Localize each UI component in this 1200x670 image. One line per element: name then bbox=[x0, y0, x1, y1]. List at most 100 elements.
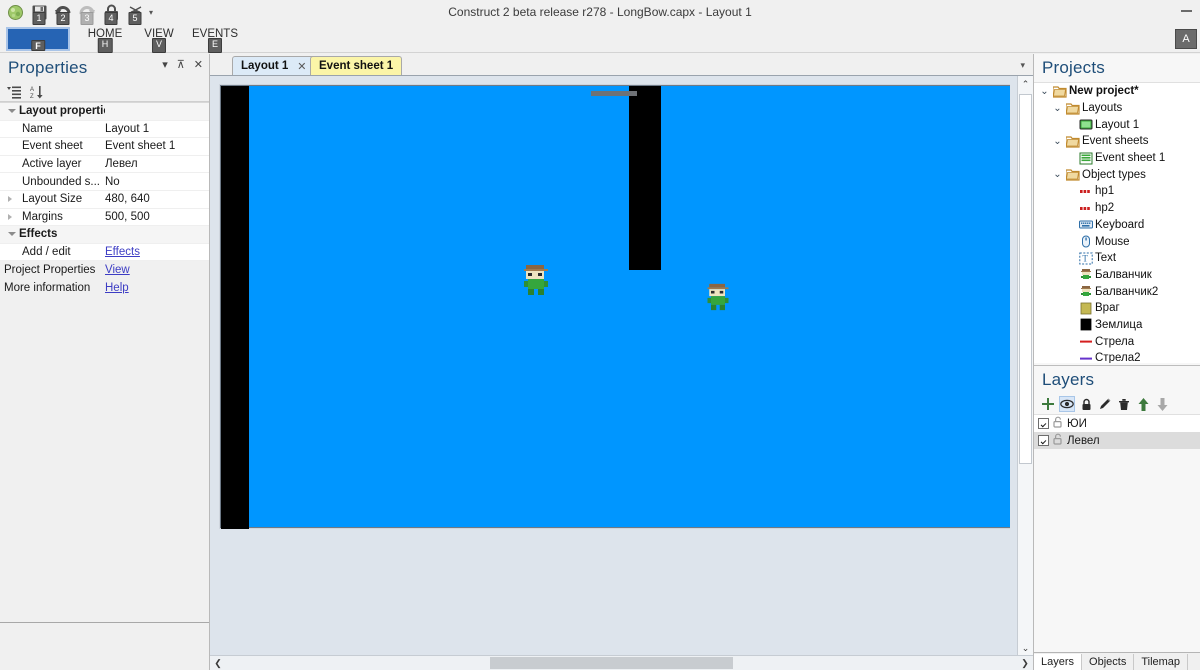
tree-item[interactable]: T Text bbox=[1034, 250, 1200, 267]
tree-item[interactable]: Стрела2 bbox=[1034, 350, 1200, 363]
move-up-icon[interactable] bbox=[1135, 396, 1151, 412]
tree-item[interactable]: hp1 bbox=[1034, 183, 1200, 200]
chevron-down-icon[interactable] bbox=[8, 109, 16, 114]
property-row[interactable]: Unbounded s... No bbox=[0, 173, 209, 191]
ribbon-keytip-button[interactable]: A bbox=[1175, 29, 1197, 49]
scroll-right-arrow-icon[interactable]: ❯ bbox=[1017, 656, 1033, 670]
lock-icon[interactable] bbox=[1078, 396, 1094, 412]
project-tree[interactable]: ⌄ New project* ⌄ Layouts Layout 1 ⌄ Event shee… bbox=[1034, 82, 1200, 363]
tabstrip-overflow-chevron-icon[interactable]: ▾ bbox=[1020, 60, 1025, 71]
tree-item[interactable]: Layout 1 bbox=[1034, 116, 1200, 133]
property-footer-row[interactable]: Project Properties View bbox=[0, 261, 209, 279]
layout-canvas[interactable] bbox=[214, 76, 1010, 656]
layer-lock-icon[interactable] bbox=[1053, 416, 1063, 431]
canvas-horizontal-scrollbar[interactable]: ❮ ❯ bbox=[210, 655, 1033, 670]
property-footer-link[interactable]: View bbox=[105, 264, 209, 276]
sort-alpha-icon[interactable]: A Z bbox=[30, 85, 45, 100]
object-character-2[interactable] bbox=[704, 282, 732, 312]
chevron-down-icon[interactable]: ⌄ bbox=[1038, 86, 1051, 97]
chevron-down-icon[interactable]: ⌄ bbox=[1051, 136, 1064, 147]
move-down-icon[interactable] bbox=[1154, 396, 1170, 412]
panel-pin-icon[interactable]: ⊼ bbox=[177, 60, 185, 71]
layer-visibility-checkbox[interactable] bbox=[1038, 418, 1049, 429]
property-row[interactable]: Margins 500, 500 bbox=[0, 209, 209, 227]
chevron-right-icon[interactable] bbox=[8, 213, 12, 220]
property-value[interactable]: Effects bbox=[105, 246, 209, 258]
panel-menu-chevron-icon[interactable]: ▾ bbox=[162, 60, 168, 71]
character-icon bbox=[1077, 268, 1094, 281]
tree-item[interactable]: Балванчик2 bbox=[1034, 283, 1200, 300]
categorize-icon[interactable] bbox=[7, 85, 22, 99]
dock-tab-objects[interactable]: Objects bbox=[1082, 654, 1135, 670]
property-value[interactable]: 500, 500 bbox=[105, 211, 209, 223]
tree-item[interactable]: hp2 bbox=[1034, 200, 1200, 217]
vertical-scroll-thumb[interactable] bbox=[1019, 94, 1032, 464]
chevron-down-icon[interactable] bbox=[8, 232, 16, 237]
ribbon-tab-view[interactable]: VIEW V bbox=[134, 27, 184, 53]
tree-item[interactable]: ⌄ Event sheets bbox=[1034, 133, 1200, 150]
panel-close-icon[interactable]: ✕ bbox=[194, 60, 203, 71]
tree-item[interactable]: ⌄ Layouts bbox=[1034, 100, 1200, 117]
canvas-vertical-scrollbar[interactable]: ⌃ ⌄ bbox=[1017, 76, 1033, 656]
property-row[interactable]: Name Layout 1 bbox=[0, 121, 209, 139]
layer-visibility-checkbox[interactable] bbox=[1038, 435, 1049, 446]
layer-lock-icon[interactable] bbox=[1053, 433, 1063, 448]
add-layer-icon[interactable] bbox=[1040, 396, 1056, 412]
property-row[interactable]: Effects bbox=[0, 226, 209, 244]
chevron-down-icon[interactable]: ⌄ bbox=[1051, 169, 1064, 180]
scroll-up-arrow-icon[interactable]: ⌃ bbox=[1018, 76, 1033, 92]
property-row[interactable]: Event sheet Event sheet 1 bbox=[0, 138, 209, 156]
dock-tab-layers[interactable]: Layers bbox=[1034, 654, 1083, 670]
property-value[interactable]: Левел bbox=[105, 158, 209, 170]
object-wall-left[interactable] bbox=[221, 86, 249, 529]
ribbon-tab-events[interactable]: EVENTS E bbox=[186, 27, 244, 53]
dock-tab-tilemap[interactable]: Tilemap bbox=[1134, 654, 1189, 670]
object-wall-middle[interactable] bbox=[629, 86, 661, 270]
tree-item[interactable]: Mouse bbox=[1034, 233, 1200, 250]
tree-item[interactable]: Keyboard bbox=[1034, 217, 1200, 234]
property-key-label: Margins bbox=[22, 210, 63, 223]
property-row[interactable]: Layout Size 480, 640 bbox=[0, 191, 209, 209]
tree-item[interactable]: Стрела bbox=[1034, 333, 1200, 350]
chevron-down-icon[interactable]: ⌄ bbox=[1051, 103, 1064, 114]
property-key-label: Layout Size bbox=[22, 193, 83, 206]
property-value[interactable]: Layout 1 bbox=[105, 123, 209, 135]
object-bar-top[interactable] bbox=[591, 91, 637, 96]
property-row[interactable]: Active layer Левел bbox=[0, 156, 209, 174]
tree-item[interactable]: ⌄ Object types bbox=[1034, 166, 1200, 183]
layers-list[interactable]: ЮИ Левел bbox=[1034, 414, 1200, 449]
chevron-right-icon[interactable] bbox=[8, 196, 12, 203]
svg-text:A: A bbox=[30, 87, 34, 93]
layout-bounds[interactable] bbox=[220, 85, 1010, 529]
layer-row[interactable]: Левел bbox=[1034, 432, 1200, 449]
property-footer-link[interactable]: Help bbox=[105, 282, 209, 294]
property-row[interactable]: Layout properties bbox=[0, 103, 209, 121]
tree-item[interactable]: Землица bbox=[1034, 317, 1200, 334]
minimize-button[interactable] bbox=[1181, 10, 1192, 12]
scroll-down-arrow-icon[interactable]: ⌄ bbox=[1018, 640, 1033, 656]
ribbon-tab-file[interactable]: F bbox=[6, 27, 70, 51]
right-dock-bottom-tabs: Layers Objects Tilemap bbox=[1034, 652, 1200, 670]
property-footer-row[interactable]: More information Help bbox=[0, 278, 209, 297]
object-character-1[interactable] bbox=[520, 263, 552, 297]
tree-item[interactable]: Балванчик bbox=[1034, 267, 1200, 284]
properties-toolbar: A Z bbox=[0, 82, 209, 102]
tab-layout-1[interactable]: Layout 1 ✕ bbox=[232, 56, 316, 75]
pencil-rename-icon[interactable] bbox=[1097, 396, 1113, 412]
eye-visibility-icon[interactable] bbox=[1059, 396, 1075, 412]
tree-item[interactable]: Враг bbox=[1034, 300, 1200, 317]
property-value[interactable]: 480, 640 bbox=[105, 193, 209, 205]
property-value[interactable]: No bbox=[105, 176, 209, 188]
property-value[interactable]: Event sheet 1 bbox=[105, 140, 209, 152]
scroll-left-arrow-icon[interactable]: ❮ bbox=[210, 656, 226, 670]
ribbon-tab-home[interactable]: HOME H bbox=[78, 27, 132, 53]
tab-event-sheet-1[interactable]: Event sheet 1 bbox=[310, 56, 403, 75]
horizontal-scroll-thumb[interactable] bbox=[490, 657, 733, 669]
tree-item-label: Стрела bbox=[1095, 335, 1135, 348]
trash-delete-icon[interactable] bbox=[1116, 396, 1132, 412]
property-row[interactable]: Add / edit Effects bbox=[0, 244, 209, 262]
tab-layout-1-close-icon[interactable]: ✕ bbox=[297, 60, 306, 73]
layer-row[interactable]: ЮИ bbox=[1034, 415, 1200, 432]
tree-item[interactable]: ⌄ New project* bbox=[1034, 83, 1200, 100]
tree-item[interactable]: Event sheet 1 bbox=[1034, 150, 1200, 167]
